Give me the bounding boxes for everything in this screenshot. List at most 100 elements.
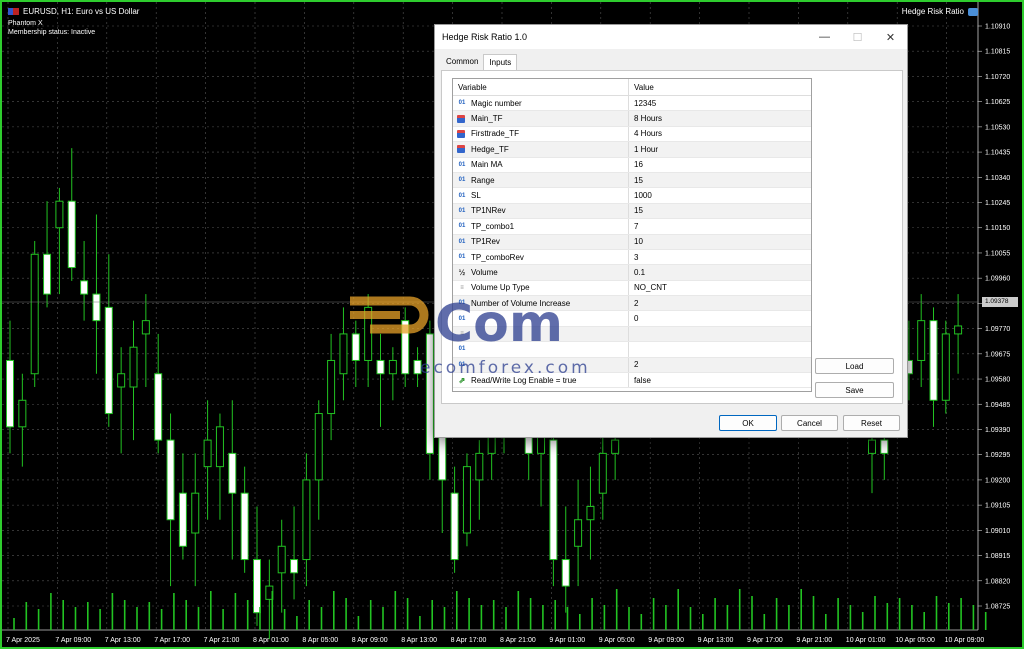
time-axis-label: 8 Apr 09:00 xyxy=(352,637,388,644)
input-variable-name: Magic number xyxy=(471,98,522,108)
close-icon[interactable]: ✕ xyxy=(874,25,907,49)
maximize-icon: ☐ xyxy=(852,31,863,44)
bull-candle xyxy=(586,505,595,521)
column-header-value[interactable]: Value xyxy=(629,79,659,95)
timeframe-icon xyxy=(457,129,465,138)
input-row[interactable]: Firsttrade_TF 4 Hours xyxy=(453,126,811,143)
input-value-cell[interactable]: 16 xyxy=(629,160,643,169)
input-row[interactable]: 01 2 xyxy=(453,357,811,374)
price-axis-label: 1.10245 xyxy=(985,200,1010,207)
input-value-cell[interactable]: 4 Hours xyxy=(629,129,662,138)
bear-candle xyxy=(154,373,163,441)
input-variable-name: Hedge_TF xyxy=(471,144,509,154)
int-icon: 01 xyxy=(458,254,466,261)
input-row[interactable]: Main_TF 8 Hours xyxy=(453,111,811,127)
price-axis-label: 1.10150 xyxy=(985,225,1010,232)
input-value-cell[interactable]: 15 xyxy=(629,206,643,215)
price-axis-label: 1.09295 xyxy=(985,452,1010,459)
input-variable-name: Volume xyxy=(471,267,498,277)
bull-candle xyxy=(55,200,64,229)
input-value-cell[interactable]: 12345 xyxy=(629,99,656,108)
price-axis-label: 1.10720 xyxy=(985,74,1010,81)
dialog-titlebar[interactable]: Hedge Risk Ratio 1.0 — ☐ ✕ xyxy=(435,25,907,49)
input-row[interactable]: 01 0 xyxy=(453,311,811,327)
bool-icon: ⇗ xyxy=(458,375,466,385)
column-header-variable[interactable]: Variable xyxy=(453,79,629,95)
tab-common[interactable]: Common xyxy=(441,54,483,71)
input-row[interactable]: 01 Main MA 16 xyxy=(453,157,811,173)
price-axis-label: 1.10340 xyxy=(985,175,1010,182)
input-row[interactable]: 01 xyxy=(453,342,811,358)
input-value-cell[interactable]: 8 Hours xyxy=(629,114,662,123)
bear-candle xyxy=(104,306,113,415)
bear-candle xyxy=(67,200,76,269)
price-axis-label: 1.09580 xyxy=(985,377,1010,384)
int-icon: 01 xyxy=(458,223,466,230)
input-value-cell[interactable]: 3 xyxy=(629,253,638,262)
input-row[interactable]: ½ Volume 0.1 xyxy=(453,265,811,281)
bear-candle xyxy=(413,359,422,375)
save-button[interactable]: Save xyxy=(815,382,894,398)
cancel-button[interactable]: Cancel xyxy=(781,415,838,431)
tab-inputs[interactable]: Inputs xyxy=(483,54,518,71)
input-variable-name: TP1NRev xyxy=(471,206,506,216)
input-value-cell[interactable]: 2 xyxy=(629,299,638,308)
bull-candle xyxy=(364,306,373,361)
bull-candle xyxy=(574,519,583,547)
input-value-cell[interactable]: NO_CNT xyxy=(629,283,667,292)
input-variable-cell: 01 xyxy=(453,342,629,357)
graduation-cap-icon xyxy=(968,7,978,16)
input-value-cell[interactable]: 15 xyxy=(629,176,643,185)
input-value-cell[interactable]: 1000 xyxy=(629,191,652,200)
bear-candle xyxy=(880,439,889,454)
input-row[interactable]: 01 Range 15 xyxy=(453,172,811,189)
input-row[interactable]: 01 TP_comboRev 3 xyxy=(453,249,811,266)
input-row[interactable]: 01 TP_combo1 7 xyxy=(453,219,811,235)
input-row[interactable]: 01 Magic number 12345 xyxy=(453,96,811,112)
reset-button[interactable]: Reset xyxy=(843,415,900,431)
bull-candle xyxy=(941,333,950,401)
bull-candle xyxy=(388,359,397,375)
input-value-cell[interactable]: false xyxy=(629,376,651,385)
price-axis-label: 1.10815 xyxy=(985,49,1010,56)
input-row[interactable]: 01 TP1NRev 15 xyxy=(453,203,811,220)
bear-candle xyxy=(376,359,385,375)
input-value-cell[interactable]: 7 xyxy=(629,222,638,231)
ok-button[interactable]: OK xyxy=(719,415,777,431)
time-axis-label: 8 Apr 05:00 xyxy=(302,637,338,644)
input-row[interactable]: ≡ xyxy=(453,326,811,343)
ea-properties-dialog: Hedge Risk Ratio 1.0 — ☐ ✕ Common Inputs… xyxy=(434,24,908,438)
input-variable-cell: 01 Range xyxy=(453,172,629,188)
input-variable-cell: 01 xyxy=(453,357,629,373)
input-value-cell[interactable]: 0 xyxy=(629,314,638,323)
input-row[interactable]: ⇗ Read/Write Log Enable = true false xyxy=(453,373,811,389)
int-icon: 01 xyxy=(458,100,466,107)
input-value-cell[interactable]: 0.1 xyxy=(629,268,645,277)
ea-name-label: Phantom X xyxy=(8,20,43,27)
bull-candle xyxy=(327,359,336,415)
time-axis-label: 10 Apr 05:00 xyxy=(895,637,935,644)
input-row[interactable]: 01 SL 1000 xyxy=(453,188,811,204)
bull-candle xyxy=(462,466,471,534)
input-variable-name: SL xyxy=(471,191,481,201)
load-button[interactable]: Load xyxy=(815,358,894,374)
input-value-cell[interactable]: 2 xyxy=(629,360,638,369)
input-value-cell[interactable]: 10 xyxy=(629,237,643,246)
input-row[interactable]: 01 Number of Volume Increase 2 xyxy=(453,296,811,312)
price-axis-label: 1.10435 xyxy=(985,150,1010,157)
time-axis-label: 9 Apr 09:00 xyxy=(648,637,684,644)
input-row[interactable]: ≡ Volume Up Type NO_CNT xyxy=(453,280,811,297)
bear-candle xyxy=(351,333,360,361)
minimize-icon[interactable]: — xyxy=(808,25,841,49)
input-row[interactable]: 01 TP1Rev 10 xyxy=(453,234,811,250)
input-row[interactable]: Hedge_TF 1 Hour xyxy=(453,142,811,158)
time-axis-label: 9 Apr 01:00 xyxy=(549,637,585,644)
bear-candle xyxy=(166,439,175,521)
time-axis-label: 7 Apr 2025 xyxy=(6,637,40,644)
input-value-cell[interactable]: 1 Hour xyxy=(629,145,658,154)
ea-status-label[interactable]: Hedge Risk Ratio xyxy=(902,7,978,16)
price-axis-label: 1.09960 xyxy=(985,276,1010,283)
inputs-grid[interactable]: Variable Value 01 Magic number 12345 Main_T… xyxy=(452,78,812,392)
bear-candle xyxy=(43,253,52,295)
bull-candle xyxy=(868,439,876,454)
